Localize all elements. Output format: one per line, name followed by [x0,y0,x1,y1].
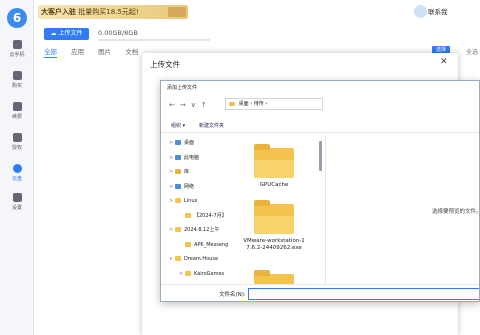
breadcrumb-pending[interactable]: 待传 [254,101,264,107]
folder-icon [185,212,191,218]
folder-icon [254,144,294,178]
folder-icon [175,140,181,145]
nav-item-settings[interactable]: 设置 [0,193,34,211]
tree-item-label: Linux [184,198,198,204]
nav-item-buy[interactable]: 购买 [0,71,34,89]
upload-icon: ☁ [50,30,57,37]
filename-row: 文件名(N): [161,284,479,301]
file-list: GPUCache VMware-workstation-17.6.2-24409… [235,134,323,284]
folder-icon [185,241,191,247]
file-open-dialog: 添加上传文件 ←→∨↑ 桌面 › 待传 › 组织 ▾ 新建文件夹 > 桌面 > 此电脑… [160,80,480,302]
nav-item-cloud-disk[interactable]: 云盘 [0,164,34,182]
tree-item-label: 2024.8.12上午 [184,227,220,233]
dialog-title: 添加上传文件 [167,85,198,91]
promo-text: 批量购买18.5元起! [78,8,139,16]
tree-item[interactable]: >2024.8.12上午 [169,225,219,235]
gear-icon [12,193,22,202]
command-bar: 组织 ▾ 新建文件夹 [161,119,479,133]
tree-item[interactable]: > KairoGames [179,269,224,279]
folder-icon [185,270,191,276]
promo-banner[interactable]: 大客户入驻 批量购买18.5元起! [38,5,188,19]
filename-input[interactable] [248,288,479,300]
tree-item[interactable]: > 库 [169,167,189,177]
tree-item[interactable]: APK_Messeng [179,240,228,250]
folder-icon [175,227,181,232]
nav-item-auth[interactable]: 授权 [0,133,34,151]
tree-item[interactable]: 【2024-7月】 [179,211,227,221]
nav-item-cloud-phone[interactable]: 云手机 [0,40,34,58]
storage-usage-bar [98,39,210,41]
auth-icon [12,133,22,142]
file-item-folder[interactable] [243,270,305,284]
promo-image [168,7,186,17]
nav-label: 设置 [11,205,22,211]
nav-label: 续费 [11,114,22,120]
tab-apps[interactable]: 应用 [71,46,84,56]
tree-item-label: 此电脑 [184,154,200,161]
storage-usage-text: 0.00GB/8GB [98,29,138,37]
cloud-icon [12,164,22,173]
tab-images[interactable]: 图片 [98,46,111,56]
new-folder-button[interactable]: 新建文件夹 [199,122,224,129]
preview-hint: 选择要预览的文件。 [432,209,480,215]
folder-icon [175,256,181,261]
tree-item-label: Dream.House [184,256,219,262]
tree-item-label: 桌面 [184,140,195,146]
upload-file-button[interactable]: ☁ 上传文件 [44,28,89,40]
file-item-vmware[interactable]: VMware-workstation-17.6.2-24409262.exe [243,200,305,252]
file-name: GPUCache [259,182,289,188]
folder-icon [254,200,294,234]
nav-item-renew[interactable]: 续费 [0,102,34,120]
navigation-tree: > 桌面 > 此电脑 > 库 > 网络 > Linux 【2024-7月】 >2024.8.12上午 A… [161,134,231,284]
file-name: VMware-workstation-17.6.2-24409262.exe [243,238,305,251]
phone-icon [12,40,22,49]
tree-item-label: 库 [184,169,190,175]
modal-title: 上传文件 [150,60,180,69]
tree-item-label: APK_Messeng [194,241,229,248]
user-avatar[interactable] [414,5,427,18]
file-item-gpucache[interactable]: GPUCache [243,144,305,189]
tree-item-label: 网络 [184,183,195,190]
tab-all[interactable]: 全部 [44,46,57,58]
file-list-scrollbar[interactable] [319,141,322,171]
upload-button-label: 上传文件 [58,30,83,37]
promo-title: 大客户入驻 [41,8,76,16]
nav-label: 授权 [11,145,22,151]
select-all-button[interactable]: 全选 [466,47,478,56]
tree-item[interactable]: ∨ Dream.House [169,254,218,264]
tree-item[interactable]: > Linux [169,196,197,206]
tree-item[interactable]: > 网络 [169,182,194,192]
address-bar[interactable]: 桌面 › 待传 › [225,98,323,110]
tree-item-label: 【2024-7月】 [194,212,227,219]
cart-icon [12,71,22,80]
preview-pane: 选择要预览的文件。 [325,134,480,284]
contact-link[interactable]: 联系我 [428,6,448,16]
tree-item-label: KairoGames [194,270,225,277]
breadcrumb-separator: › [265,101,268,107]
app-logo[interactable]: 6 [7,8,27,28]
folder-icon [254,270,294,284]
dialog-nav-arrows[interactable]: ←→∨↑ [169,101,212,109]
nav-label: 购买 [11,83,22,89]
folder-icon [175,198,181,203]
close-icon[interactable]: ✕ [440,57,448,67]
organize-button[interactable]: 组织 ▾ [171,122,185,129]
folder-icon [175,154,181,160]
filename-label: 文件名(N): [219,292,246,298]
folder-icon [229,101,235,106]
breadcrumb-desktop[interactable]: 桌面 [239,101,249,107]
file-type-tabs: 全部 应用 图片 文档 [44,46,150,58]
left-nav: 6 云手机 购买 续费 授权 云盘 设置 [0,0,34,335]
folder-icon [175,183,181,189]
nav-label: 云手机 [9,52,25,58]
nav-label: 云盘 [11,176,22,182]
renew-icon [12,102,22,111]
tree-item[interactable]: > 桌面 [169,138,194,148]
tree-item[interactable]: > 此电脑 [169,153,199,163]
tab-docs[interactable]: 文档 [125,46,138,56]
folder-icon [175,169,181,174]
